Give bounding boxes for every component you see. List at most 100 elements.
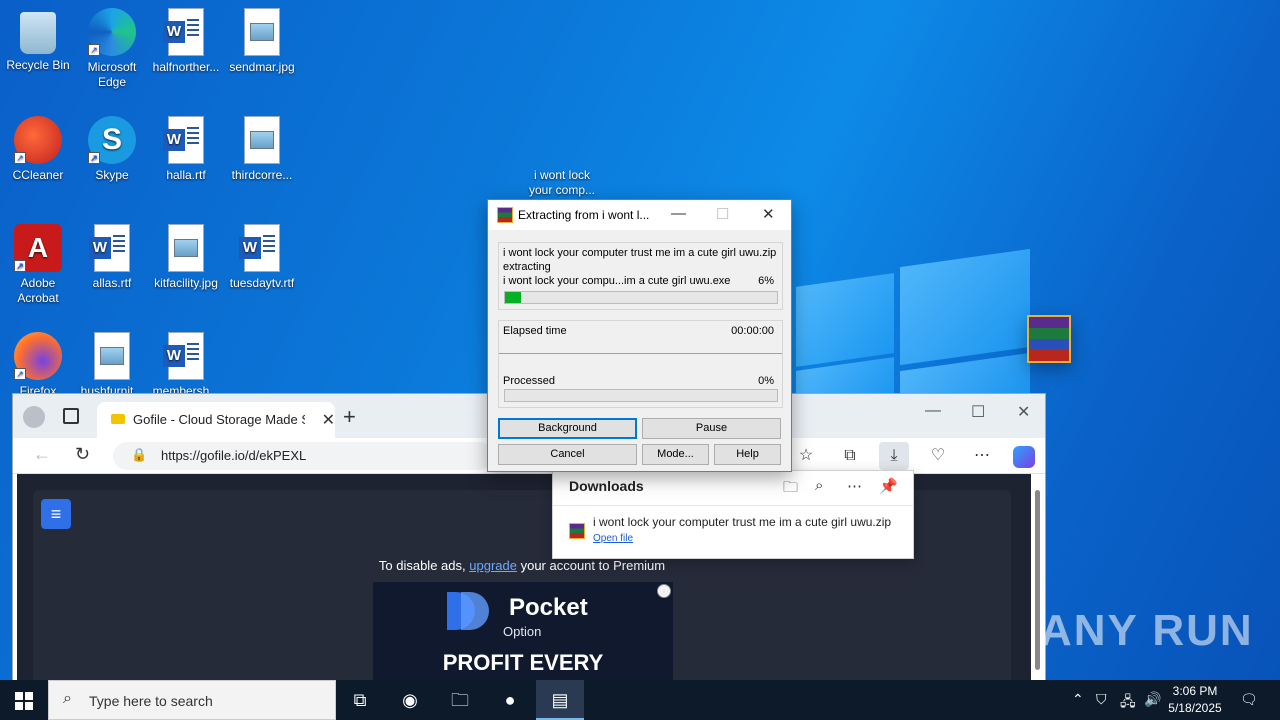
favorites-icon[interactable]: ☆	[791, 442, 821, 470]
desktop-icon-zip-archive[interactable]: i wont lock your comp...	[524, 116, 1071, 363]
tab-actions-icon[interactable]	[63, 408, 79, 424]
address-bar[interactable]: 🔒 https://gofile.io/d/ekPEXL	[113, 442, 493, 470]
image-file-icon	[244, 8, 280, 56]
open-file-link[interactable]: Open file	[593, 533, 633, 544]
more-options-icon[interactable]: ⋯	[967, 442, 997, 470]
start-button[interactable]	[0, 680, 48, 720]
pause-button[interactable]: Pause	[642, 418, 781, 439]
desktop-icon-edge[interactable]: ↗ Microsoft Edge	[74, 8, 150, 90]
processed-label: Processed	[503, 375, 555, 387]
desktop-icon-acrobat[interactable]: A ↗ Adobe Acrobat	[0, 224, 76, 306]
ad-choices-icon[interactable]: ⓘ	[657, 584, 671, 598]
word-doc-icon: W	[163, 332, 204, 380]
image-file-icon	[244, 116, 280, 164]
desktop-icon-label: halla.rtf	[166, 168, 206, 182]
dialog-title: Extracting from i wont l...	[518, 208, 650, 222]
taskbar-firefox-icon[interactable]: ●	[486, 680, 534, 720]
word-doc-icon: W	[163, 8, 204, 56]
profile-avatar[interactable]	[23, 406, 45, 428]
desktop-icon-ccleaner[interactable]: ↗ CCleaner	[0, 116, 76, 183]
downloads-title: Downloads	[569, 478, 644, 494]
archive-name: i wont lock your computer trust me im a …	[503, 247, 777, 259]
address-url: https://gofile.io/d/ekPEXL	[161, 448, 307, 463]
zip-file-icon	[569, 523, 585, 539]
action-text: extracting	[503, 261, 551, 273]
acrobat-icon: A ↗	[14, 224, 62, 272]
new-tab-icon[interactable]: +	[343, 404, 356, 430]
desktop-icon-label: kitfacility.jpg	[154, 276, 218, 290]
desktop-icon-hushfurnit[interactable]: hushfurnit...	[74, 332, 150, 399]
desktop-icon-label: tuesdaytv.rtf	[229, 276, 295, 290]
volume-icon[interactable]: 🔊	[1144, 691, 1161, 708]
desktop-icon-firefox[interactable]: ↗ Firefox	[0, 332, 76, 399]
desktop-icon-skype[interactable]: S ↗ Skype	[74, 116, 150, 183]
firefox-icon: ↗	[14, 332, 62, 380]
desktop-icon-recycle-bin[interactable]: Recycle Bin	[0, 8, 76, 73]
desktop-icon-tuesdaytv[interactable]: W tuesdaytv.rtf	[224, 224, 300, 291]
file-progress-group: i wont lock your computer trust me im a …	[498, 242, 783, 310]
close-tab-icon[interactable]: ✕	[322, 410, 335, 430]
more-options-icon[interactable]: ⋯	[847, 477, 862, 495]
security-icon[interactable]: ⛉	[1096, 691, 1107, 708]
taskbar-search-box[interactable]: ⌕ Type here to search	[48, 680, 336, 720]
winrar-extract-dialog: Extracting from i wont l... — ☐ ✕ i wont…	[487, 199, 792, 472]
edge-icon: ↗	[88, 8, 136, 56]
copilot-icon[interactable]	[1013, 446, 1035, 468]
desktop-icon-label: halfnorther...	[152, 60, 220, 74]
collections-icon[interactable]: ⧉	[835, 442, 865, 470]
ad-brand: Pocket	[509, 594, 588, 621]
network-icon[interactable]: 🖧	[1120, 691, 1136, 715]
desktop-icon-label: Recycle Bin	[6, 58, 70, 72]
task-view-icon[interactable]: ⧉	[336, 680, 384, 720]
mode-button[interactable]: Mode...	[642, 444, 709, 465]
desktop-icon-thirdcorre[interactable]: thirdcorre...	[224, 116, 300, 183]
totals-group: Elapsed time 00:00:00 Processed 0%	[498, 320, 783, 408]
background-button[interactable]: Background	[498, 418, 637, 439]
refresh-icon[interactable]: ↻	[75, 444, 90, 465]
desktop-icon-halla[interactable]: W halla.rtf	[148, 116, 224, 183]
cancel-button[interactable]: Cancel	[498, 444, 637, 465]
image-file-icon	[168, 224, 204, 272]
dialog-titlebar[interactable]: Extracting from i wont l... — ☐ ✕	[488, 200, 791, 230]
ads-suffix: your account to Premium	[520, 558, 666, 573]
download-file-name[interactable]: i wont lock your computer trust me im a …	[593, 515, 891, 529]
browser-essentials-icon[interactable]: ♡	[923, 442, 953, 470]
hamburger-menu-icon[interactable]: ≡	[41, 499, 71, 529]
ads-prefix: To disable ads,	[378, 558, 466, 573]
word-doc-icon: W	[163, 116, 204, 164]
ads-notice: To disable ads, upgrade your account to …	[33, 558, 1011, 573]
pin-icon[interactable]: 📌	[879, 477, 898, 495]
desktop-icon-halfnorther[interactable]: W halfnorther...	[148, 8, 224, 75]
minimize-icon[interactable]: —	[925, 402, 941, 420]
notifications-icon[interactable]: 🗨	[1240, 691, 1258, 708]
desktop-icon-allas[interactable]: W allas.rtf	[74, 224, 150, 291]
desktop-icon-sendmar[interactable]: sendmar.jpg	[224, 8, 300, 75]
open-folder-icon[interactable]: 🗀	[783, 477, 798, 502]
windows-logo-wallpaper	[796, 240, 1030, 412]
current-file: i wont lock your compu...im a cute girl …	[503, 275, 731, 287]
divider	[499, 353, 782, 354]
desktop-icon-kitfacility[interactable]: kitfacility.jpg	[148, 224, 224, 291]
search-icon[interactable]: ⌕	[815, 477, 823, 494]
image-file-icon	[94, 332, 130, 380]
show-hidden-icons-icon[interactable]: ⌃	[1072, 691, 1084, 708]
taskbar: ⌕ Type here to search ⧉ ◉ 🗀 ● ▤ ⌃ ⛉ 🖧 🔊 …	[0, 680, 1280, 720]
ad-headline: PROFIT EVERY	[442, 650, 604, 675]
browser-tab-gofile[interactable]: Gofile - Cloud Storage Made Simple ✕	[97, 402, 335, 438]
desktop-icon-label: sendmar.jpg	[229, 60, 295, 74]
minimize-icon[interactable]: —	[671, 205, 686, 222]
back-icon[interactable]: ←	[33, 444, 51, 465]
upgrade-link[interactable]: upgrade	[469, 558, 517, 573]
clock-date: 5/18/2025	[1168, 701, 1222, 715]
taskbar-winrar-icon[interactable]: ▤	[536, 680, 584, 720]
close-icon[interactable]: ✕	[1017, 402, 1030, 422]
close-icon[interactable]: ✕	[762, 205, 775, 223]
desktop-icon-membersh[interactable]: W membersh...	[148, 332, 224, 399]
downloads-icon[interactable]: ⤓	[879, 442, 909, 470]
desktop-icon-label: Skype	[95, 168, 129, 182]
taskbar-clock[interactable]: 3:06 PM 5/18/2025	[1162, 683, 1228, 717]
taskbar-edge-icon[interactable]: ◉	[386, 680, 434, 720]
maximize-icon[interactable]: ☐	[971, 402, 985, 422]
help-button[interactable]: Help	[714, 444, 781, 465]
taskbar-file-explorer-icon[interactable]: 🗀	[436, 680, 484, 720]
